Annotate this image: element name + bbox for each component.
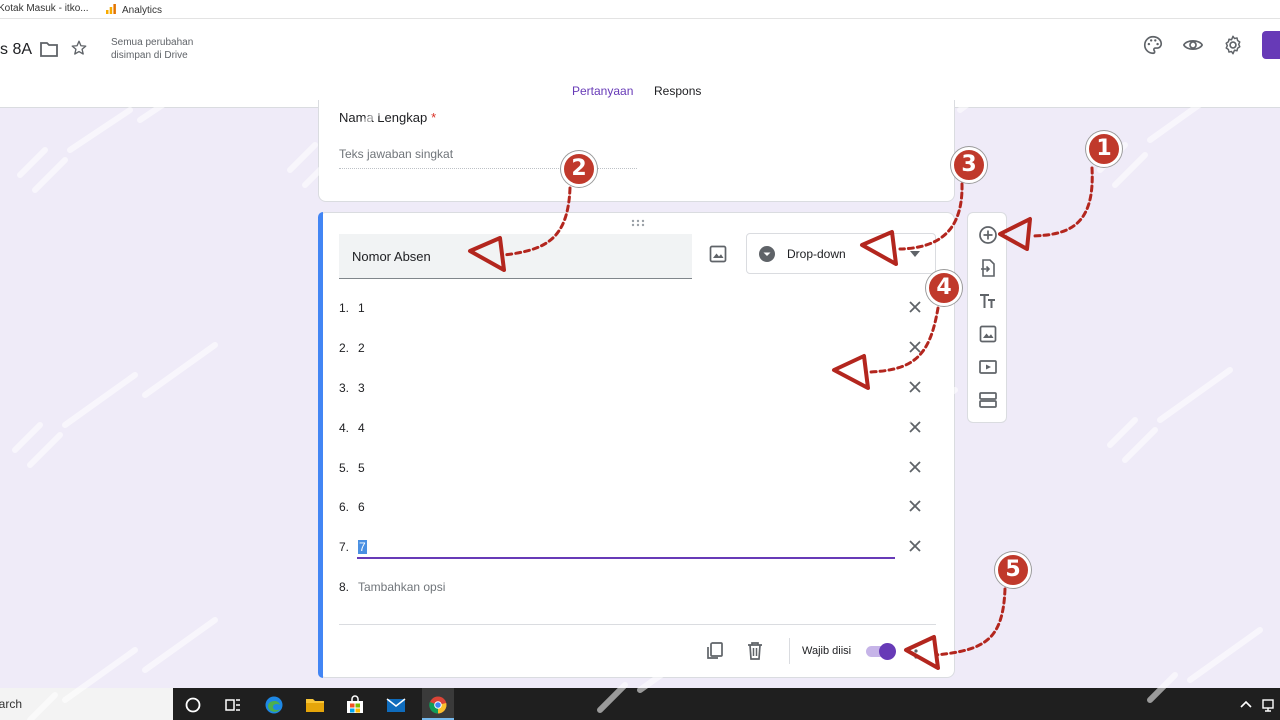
- option-number: 3.: [339, 381, 350, 395]
- dropdown-type-icon: [759, 246, 775, 262]
- option-value[interactable]: 5: [358, 461, 365, 475]
- remove-option-icon[interactable]: [908, 499, 922, 513]
- option-number: 7.: [339, 540, 350, 554]
- save-status-line: disimpan di Drive: [111, 50, 188, 61]
- chevron-down-icon: [910, 251, 920, 257]
- chevron-up-icon[interactable]: [1238, 695, 1254, 715]
- option-number: 5.: [339, 461, 350, 475]
- drag-handle-icon[interactable]: [631, 219, 645, 227]
- analytics-icon: [106, 4, 116, 14]
- add-image-icon[interactable]: [708, 244, 728, 264]
- chrome-icon[interactable]: [428, 695, 448, 715]
- remove-option-icon[interactable]: [908, 340, 922, 354]
- option-value[interactable]: 6: [358, 500, 365, 514]
- file-explorer-icon[interactable]: [305, 695, 325, 715]
- annotation-marker: 5: [995, 552, 1031, 588]
- question-title-input[interactable]: Nomor Absen: [339, 234, 692, 279]
- bookmark-label: Kotak Masuk - itko...: [0, 3, 89, 14]
- send-button[interactable]: [1262, 31, 1280, 59]
- remove-option-icon[interactable]: [908, 420, 922, 434]
- delete-trash-icon[interactable]: [746, 641, 764, 661]
- bookmark-inbox[interactable]: Kotak Masuk - itko...: [0, 3, 89, 14]
- edge-icon[interactable]: [264, 695, 284, 715]
- add-question-icon[interactable]: [978, 225, 998, 245]
- forms-header: s 8A Semua perubahan disimpan di Drive P…: [0, 19, 1280, 108]
- option-number: 4.: [339, 421, 350, 435]
- option-row-editing[interactable]: 7. 7: [339, 535, 929, 559]
- active-card-indicator: [318, 212, 323, 678]
- option-row[interactable]: 5. 5: [339, 456, 929, 480]
- option-number: 8.: [339, 580, 350, 594]
- question-type-select[interactable]: Drop-down: [746, 233, 936, 274]
- selected-text: 7: [358, 540, 367, 554]
- option-number: 2.: [339, 341, 350, 355]
- add-image-icon[interactable]: [978, 324, 998, 344]
- card-divider: [339, 624, 936, 625]
- remove-option-icon[interactable]: [908, 300, 922, 314]
- taskbar-search[interactable]: earch: [0, 688, 173, 720]
- windows-taskbar: earch: [0, 688, 1280, 720]
- option-number: 6.: [339, 500, 350, 514]
- store-icon[interactable]: [345, 695, 365, 715]
- required-label: Wajib diisi: [802, 645, 852, 657]
- option-row[interactable]: 3. 3: [339, 376, 929, 400]
- document-title[interactable]: s 8A: [0, 41, 32, 59]
- taskbar-search-text: earch: [0, 697, 23, 711]
- remove-option-icon[interactable]: [908, 539, 922, 553]
- cortana-icon[interactable]: [183, 695, 203, 715]
- import-questions-icon[interactable]: [978, 258, 998, 278]
- tab-questions[interactable]: Pertanyaan: [572, 84, 633, 98]
- bookmark-analytics[interactable]: Analytics: [106, 3, 162, 16]
- required-asterisk: *: [431, 110, 437, 125]
- palette-icon[interactable]: [1142, 34, 1164, 56]
- bookmark-label: Analytics: [122, 5, 163, 16]
- add-option-link[interactable]: Tambahkan opsi: [358, 580, 445, 594]
- question-title: Nama Lengkap *: [339, 110, 436, 125]
- tab-responses[interactable]: Respons: [654, 84, 701, 98]
- remove-option-icon[interactable]: [908, 380, 922, 394]
- add-option-row[interactable]: 8. Tambahkan opsi: [339, 575, 929, 599]
- annotation-marker: 3: [951, 147, 987, 183]
- required-toggle[interactable]: [866, 643, 898, 660]
- option-row[interactable]: 2. 2: [339, 336, 929, 360]
- preview-eye-icon[interactable]: [1182, 34, 1204, 56]
- option-value[interactable]: 3: [358, 381, 365, 395]
- option-row[interactable]: 1. 1: [339, 296, 929, 320]
- question-card-active[interactable]: Nomor Absen Drop-down 1. 1 2. 2 3. 3 4. …: [318, 212, 955, 678]
- bookmarks-bar: Kotak Masuk - itko... Analytics: [0, 0, 1280, 19]
- question-card-name[interactable]: Nama Lengkap * Teks jawaban singkat: [318, 100, 955, 202]
- network-icon[interactable]: [1261, 695, 1275, 715]
- question-title-text: Nomor Absen: [352, 249, 431, 264]
- mail-icon[interactable]: [386, 695, 406, 715]
- option-value[interactable]: 2: [358, 341, 365, 355]
- add-video-icon[interactable]: [978, 357, 998, 377]
- add-title-text-icon[interactable]: [978, 291, 998, 311]
- question-type-label: Drop-down: [787, 247, 846, 261]
- star-icon[interactable]: [70, 39, 88, 57]
- save-status-line: Semua perubahan: [111, 37, 194, 48]
- more-vert-icon[interactable]: [914, 643, 918, 659]
- folder-icon[interactable]: [40, 41, 58, 57]
- duplicate-icon[interactable]: [705, 641, 725, 661]
- question-toolbar: [967, 212, 1007, 423]
- add-section-icon[interactable]: [978, 390, 998, 410]
- option-value[interactable]: 4: [358, 421, 365, 435]
- remove-option-icon[interactable]: [908, 460, 922, 474]
- annotation-marker: 1: [1086, 131, 1122, 167]
- option-row[interactable]: 6. 6: [339, 495, 929, 519]
- settings-gear-icon[interactable]: [1222, 34, 1244, 56]
- input-focus-underline: [357, 557, 895, 559]
- option-value-input[interactable]: 7: [358, 540, 367, 554]
- task-view-icon[interactable]: [223, 695, 243, 715]
- option-value[interactable]: 1: [358, 301, 365, 315]
- option-row[interactable]: 4. 4: [339, 416, 929, 440]
- footer-separator: [789, 638, 790, 664]
- short-answer-placeholder: Teks jawaban singkat: [339, 147, 637, 169]
- save-status: Semua perubahan disimpan di Drive: [111, 36, 193, 62]
- option-number: 1.: [339, 301, 350, 315]
- toggle-knob: [879, 643, 896, 660]
- question-title-text: Nama Lengkap: [339, 110, 428, 125]
